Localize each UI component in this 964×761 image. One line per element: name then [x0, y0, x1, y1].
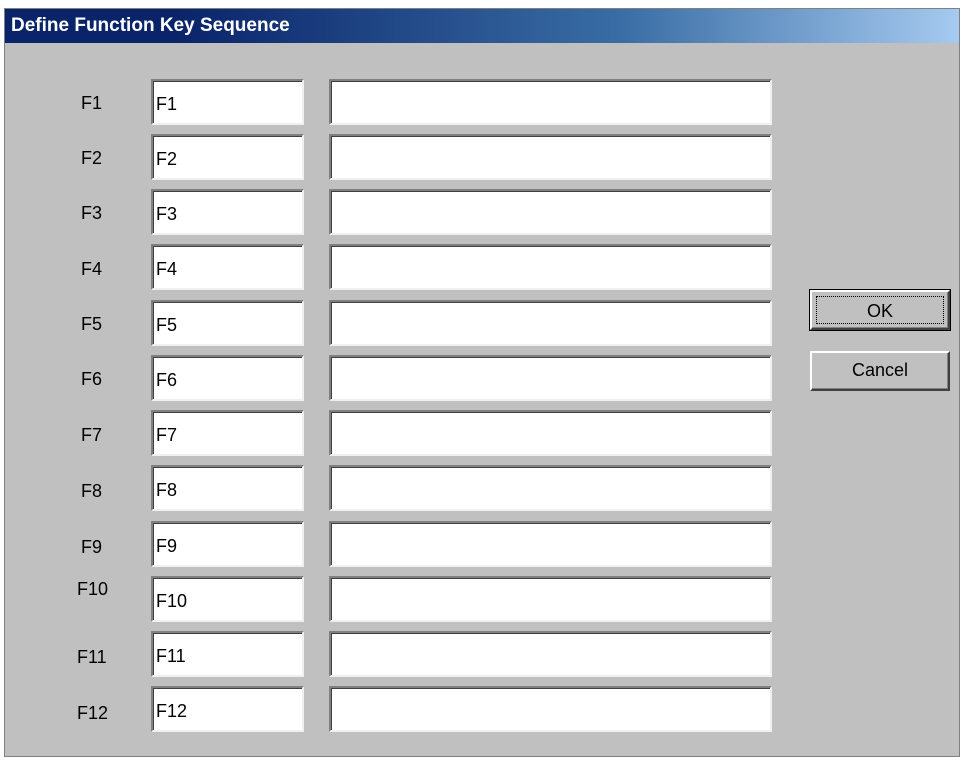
key-sequence-field-f11[interactable] [329, 631, 772, 677]
key-label-f1: F1 [81, 93, 103, 113]
key-sequence-field-f10[interactable] [329, 576, 772, 622]
key-sequence-field-f3[interactable] [329, 189, 772, 235]
define-function-key-dialog: Define Function Key Sequence F1 F2 F3 F4… [4, 8, 960, 757]
key-sequence-field-f9[interactable] [329, 521, 772, 567]
key-name-field-f12[interactable] [151, 686, 304, 732]
ok-button[interactable]: OK [809, 289, 951, 331]
key-label-f10: F10 [77, 579, 109, 599]
key-name-field-f10[interactable] [151, 576, 304, 622]
key-name-field-f6[interactable] [151, 355, 304, 401]
key-label-f3: F3 [81, 203, 103, 223]
key-sequence-field-f6[interactable] [329, 355, 772, 401]
key-sequence-field-f5[interactable] [329, 300, 772, 346]
key-name-field-f2[interactable] [151, 134, 304, 180]
key-name-field-f8[interactable] [151, 465, 304, 511]
key-name-field-f9[interactable] [151, 521, 304, 567]
key-label-f2: F2 [81, 148, 103, 168]
cancel-button[interactable]: Cancel [810, 351, 950, 391]
key-sequence-field-f1[interactable] [329, 79, 772, 125]
key-label-f9: F9 [81, 537, 103, 557]
key-label-f4: F4 [81, 259, 103, 279]
key-label-f6: F6 [81, 369, 103, 389]
key-sequence-field-f12[interactable] [329, 686, 772, 732]
key-name-field-f1[interactable] [151, 79, 304, 125]
ok-button-label: OK [866, 301, 893, 321]
ok-button-focus-rect: OK [816, 296, 944, 324]
key-sequence-field-f7[interactable] [329, 410, 772, 456]
key-label-f7: F7 [81, 425, 103, 445]
key-sequence-field-f8[interactable] [329, 465, 772, 511]
key-name-field-f11[interactable] [151, 631, 304, 677]
key-sequence-field-f2[interactable] [329, 134, 772, 180]
dialog-title: Define Function Key Sequence [5, 9, 959, 43]
key-label-f8: F8 [81, 481, 103, 501]
cancel-button-label: Cancel [851, 360, 909, 380]
key-label-f11: F11 [77, 647, 107, 667]
key-name-field-f5[interactable] [151, 300, 304, 346]
key-name-field-f3[interactable] [151, 189, 304, 235]
key-name-field-f7[interactable] [151, 410, 304, 456]
key-name-field-f4[interactable] [151, 244, 304, 290]
key-label-f12: F12 [77, 703, 109, 723]
key-sequence-field-f4[interactable] [329, 244, 772, 290]
key-label-f5: F5 [81, 314, 103, 334]
